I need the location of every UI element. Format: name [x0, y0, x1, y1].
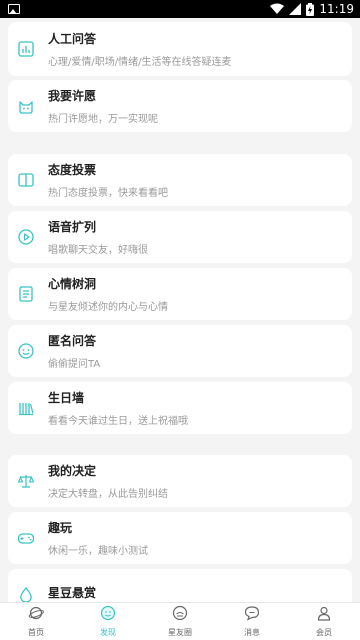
card-subtitle: 决定大转盘，从此告别纠结	[48, 489, 168, 500]
tab-label: 发现	[100, 628, 116, 637]
card-subtitle: 偷偷提问TA	[48, 359, 101, 370]
card-subtitle: 心理/爱情/职场/情绪/生活等在线答疑连麦	[48, 57, 232, 68]
card-subtitle: 唱歌聊天交友，好嗨很	[48, 245, 148, 256]
card-title: 生日墙	[48, 391, 85, 405]
card-subtitle: 热门许愿地，万一实现呢	[48, 114, 158, 125]
battery-icon	[306, 2, 315, 16]
scale-icon	[16, 471, 36, 491]
card-subtitle: 看看今天谁过生日，送上祝福哦	[48, 416, 188, 427]
cat-face-icon	[16, 96, 36, 116]
tab-member[interactable]: 会员	[288, 603, 360, 640]
tab-label: 消息	[244, 628, 260, 637]
tab-messages[interactable]: 消息	[216, 603, 288, 640]
user-icon	[316, 605, 332, 625]
gamepad-icon	[16, 528, 36, 548]
status-time: 11:19	[319, 2, 354, 16]
card-title: 趣玩	[48, 521, 73, 535]
card-title: 匿名问答	[48, 334, 97, 348]
chat-icon	[244, 605, 260, 625]
wifi-icon	[270, 3, 285, 14]
play-icon	[16, 227, 36, 247]
image-notification-icon	[8, 4, 20, 14]
bottom-tab-bar: 首页 发现 星友圈 消息 会员	[0, 602, 360, 640]
card-title: 我要许愿	[48, 89, 97, 103]
books-icon	[16, 398, 36, 418]
discover-list[interactable]: 人工问答 心理/爱情/职场/情绪/生活等在线答疑连麦 我要许愿 热门许愿地，万一…	[0, 18, 360, 602]
card-subtitle: 与星友倾述你的内心与心情	[48, 302, 168, 313]
planet-icon	[28, 605, 44, 625]
discover-icon	[100, 605, 116, 625]
friends-icon	[172, 605, 188, 625]
card-attitude-vote[interactable]: 态度投票 热门态度投票，快来看看吧	[8, 154, 352, 206]
card-title: 态度投票	[48, 163, 97, 177]
card-my-decision[interactable]: 我的决定 决定大转盘，从此告别纠结	[8, 455, 352, 507]
card-voice-chat[interactable]: 语音扩列 唱歌聊天交友，好嗨很	[8, 211, 352, 263]
card-title: 心情树洞	[48, 277, 97, 291]
card-star-bean-bounty[interactable]: 星豆悬赏	[8, 569, 352, 602]
card-title: 我的决定	[48, 464, 97, 478]
card-title: 人工问答	[48, 32, 97, 46]
card-birthday-wall[interactable]: 生日墙 看看今天谁过生日，送上祝福哦	[8, 382, 352, 434]
tab-label: 星友圈	[168, 628, 192, 637]
book-icon	[16, 170, 36, 190]
card-subtitle: 热门态度投票，快来看看吧	[48, 188, 168, 199]
signal-icon	[289, 3, 302, 15]
card-make-wish[interactable]: 我要许愿 热门许愿地，万一实现呢	[8, 80, 352, 132]
notebook-icon	[16, 284, 36, 304]
tab-discover[interactable]: 发现	[72, 603, 144, 640]
tab-label: 首页	[28, 628, 44, 637]
card-anonymous-qa[interactable]: 匿名问答 偷偷提问TA	[8, 325, 352, 377]
smiley-icon	[16, 341, 36, 361]
card-title: 语音扩列	[48, 220, 97, 234]
drop-icon	[16, 585, 36, 602]
tab-home[interactable]: 首页	[0, 603, 72, 640]
card-human-qa[interactable]: 人工问答 心理/爱情/职场/情绪/生活等在线答疑连麦	[8, 22, 352, 76]
chart-icon	[16, 39, 36, 59]
status-bar: 11:19	[0, 0, 360, 18]
tab-label: 会员	[316, 628, 332, 637]
card-mood-treehole[interactable]: 心情树洞 与星友倾述你的内心与心情	[8, 268, 352, 320]
card-title: 星豆悬赏	[48, 585, 97, 600]
card-fun-play[interactable]: 趣玩 休闲一乐，趣味小测试	[8, 512, 352, 564]
card-subtitle: 休闲一乐，趣味小测试	[48, 546, 148, 557]
tab-friends-circle[interactable]: 星友圈	[144, 603, 216, 640]
